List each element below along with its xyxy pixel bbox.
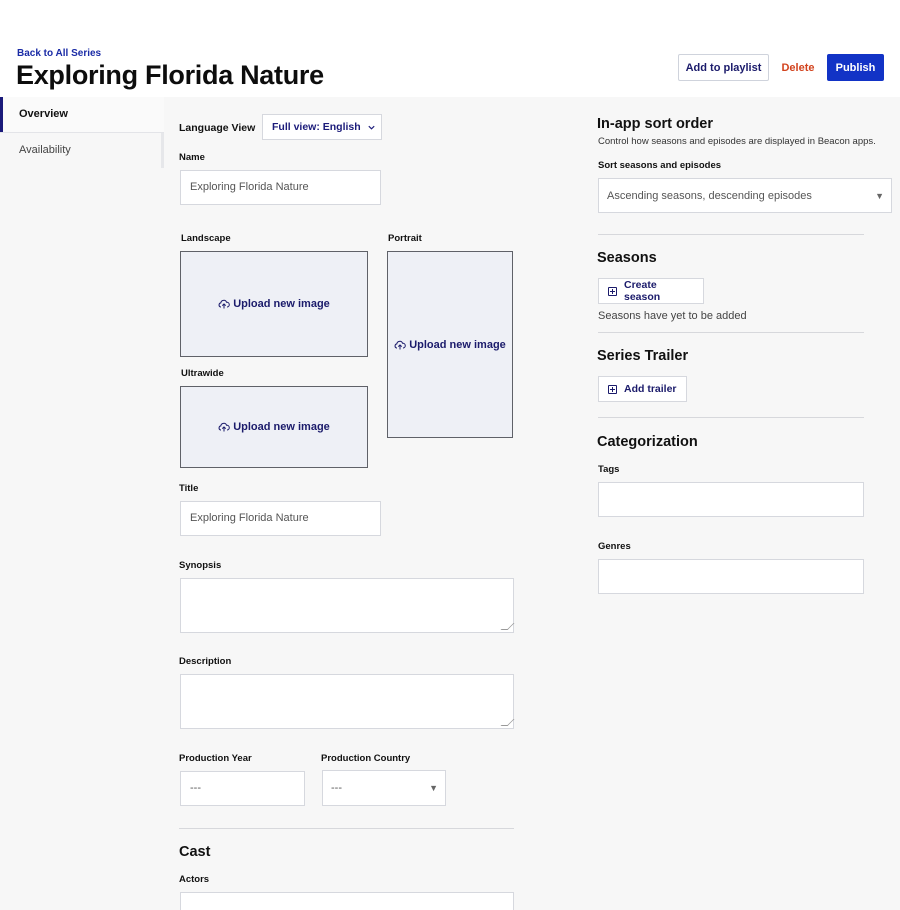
upload-cloud-icon	[394, 340, 406, 349]
upload-text: Upload new image	[409, 338, 506, 351]
main-content: Overview Availability Language View Full…	[0, 97, 900, 910]
delete-button[interactable]: Delete	[776, 54, 820, 81]
language-view-value: Full view: English	[272, 121, 361, 133]
create-season-button[interactable]: Create season	[598, 278, 704, 304]
tags-input[interactable]	[598, 482, 864, 517]
caret-down-icon: ▼	[429, 783, 438, 793]
upload-cloud-icon	[218, 422, 230, 432]
actors-input[interactable]	[180, 892, 514, 910]
synopsis-label: Synopsis	[179, 560, 222, 571]
categorization-heading: Categorization	[597, 434, 698, 450]
synopsis-textarea[interactable]	[180, 578, 514, 633]
landscape-label: Landscape	[181, 233, 231, 244]
nav-item-overview[interactable]: Overview	[0, 97, 164, 132]
production-year-label: Production Year	[179, 753, 252, 764]
upload-text: Upload new image	[233, 298, 330, 310]
description-label: Description	[179, 656, 232, 667]
plus-square-icon	[608, 384, 617, 394]
chevron-down-icon	[368, 125, 375, 130]
genres-input[interactable]	[598, 559, 864, 594]
plus-square-icon	[608, 286, 617, 296]
sort-order-hint: Control how seasons and episodes are dis…	[598, 136, 876, 147]
upload-text: Upload new image	[233, 421, 330, 433]
seasons-heading: Seasons	[597, 250, 657, 266]
actors-label: Actors	[179, 874, 210, 885]
seasons-empty-message: Seasons have yet to be added	[598, 310, 747, 322]
genres-label: Genres	[598, 541, 631, 552]
title-input[interactable]: Exploring Florida Nature	[180, 501, 381, 536]
ultrawide-upload[interactable]: Upload new image	[180, 386, 368, 468]
portrait-upload[interactable]: Upload new image	[387, 251, 513, 438]
side-nav: Overview Availability	[0, 97, 164, 168]
ultrawide-label: Ultrawide	[181, 368, 224, 379]
production-year-input[interactable]: ---	[180, 771, 305, 806]
create-season-label: Create season	[624, 279, 661, 303]
divider	[598, 417, 864, 418]
add-trailer-button[interactable]: Add trailer	[598, 376, 687, 402]
production-country-label: Production Country	[321, 753, 411, 764]
add-to-playlist-button[interactable]: Add to playlist	[678, 54, 769, 81]
divider	[179, 828, 514, 829]
upload-cloud-icon	[218, 299, 230, 309]
caret-down-icon: ▼	[875, 190, 884, 201]
publish-button[interactable]: Publish	[827, 54, 884, 81]
cast-heading: Cast	[179, 844, 211, 860]
sort-order-select[interactable]: Ascending seasons, descending episodes ▼	[598, 178, 892, 213]
divider	[598, 332, 864, 333]
landscape-upload[interactable]: Upload new image	[180, 251, 368, 357]
portrait-label: Portrait	[388, 233, 422, 244]
title-label: Title	[179, 483, 199, 494]
description-textarea[interactable]	[180, 674, 514, 729]
sort-seasons-label: Sort seasons and episodes	[598, 160, 722, 171]
back-to-series-link[interactable]: Back to All Series	[17, 48, 101, 59]
add-trailer-label: Add trailer	[624, 383, 677, 395]
series-trailer-heading: Series Trailer	[597, 348, 689, 364]
nav-item-availability[interactable]: Availability	[0, 133, 164, 168]
divider	[598, 234, 864, 235]
language-view-select[interactable]: Full view: English	[262, 114, 382, 140]
tags-label: Tags	[598, 464, 620, 475]
production-country-value: ---	[331, 782, 342, 794]
page-header: Back to All Series Exploring Florida Nat…	[0, 0, 900, 97]
production-country-select[interactable]: --- ▼	[322, 770, 446, 806]
page-title: Exploring Florida Nature	[16, 60, 324, 90]
sort-order-heading: In-app sort order	[597, 116, 714, 132]
name-input[interactable]: Exploring Florida Nature	[180, 170, 381, 205]
name-label: Name	[179, 152, 205, 163]
sort-order-value: Ascending seasons, descending episodes	[607, 189, 812, 202]
language-view-label: Language View	[179, 122, 256, 134]
